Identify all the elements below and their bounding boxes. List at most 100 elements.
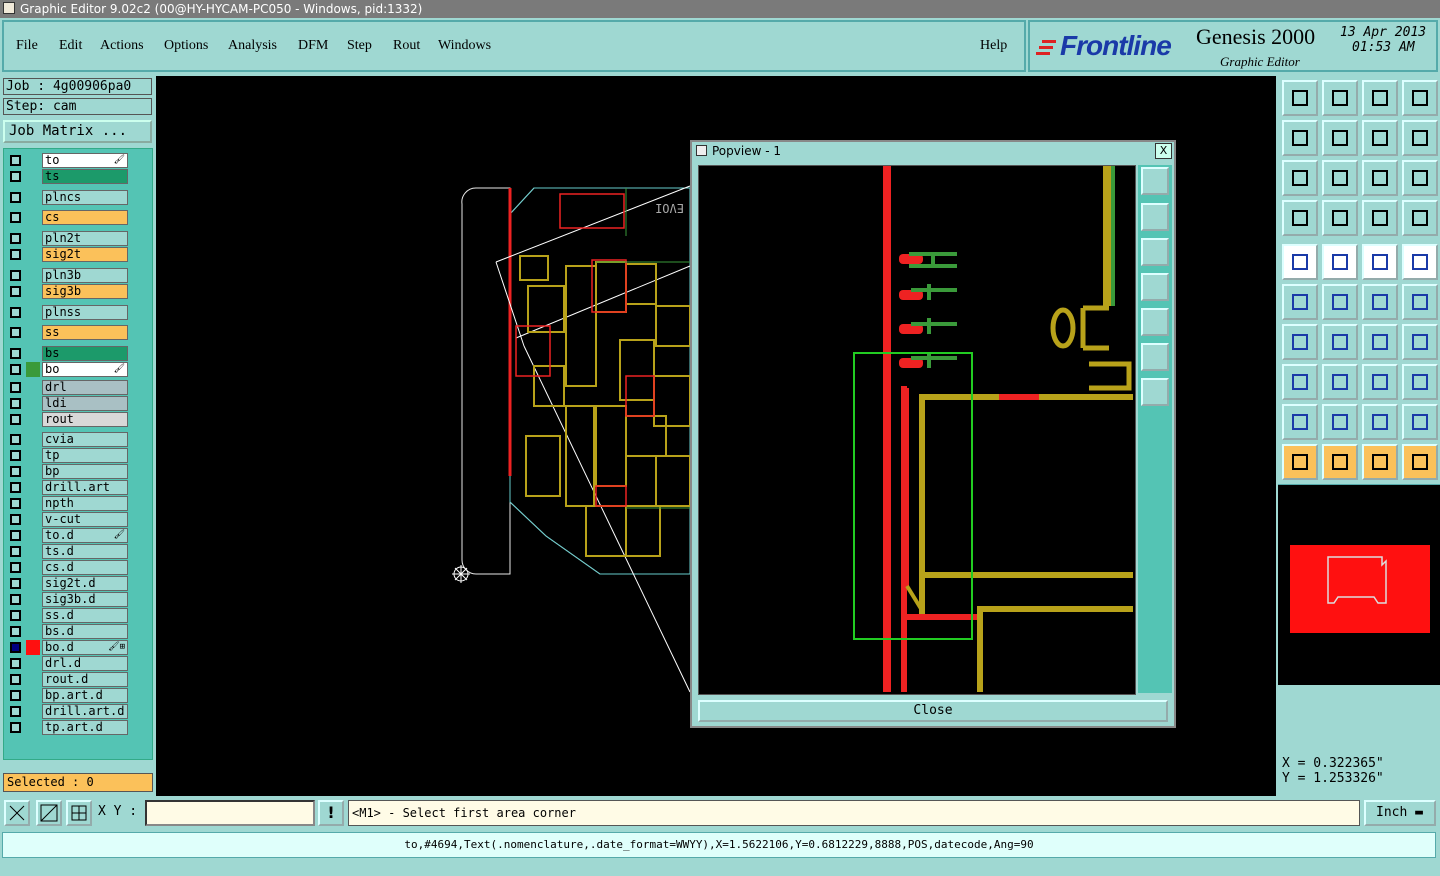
layer-checkbox[interactable] <box>10 270 21 281</box>
menu-help[interactable]: Help <box>980 38 1007 54</box>
job-matrix-button[interactable]: Job Matrix ... <box>3 120 152 143</box>
popview-zoom-tool[interactable] <box>1141 167 1169 195</box>
zoom-in-tool-icon[interactable] <box>1282 160 1318 196</box>
layer-checkbox[interactable] <box>10 348 21 359</box>
layer-name[interactable]: sig2t <box>42 247 128 262</box>
layer-checkbox[interactable] <box>10 286 21 297</box>
layer-checkbox[interactable] <box>10 171 21 182</box>
layer-name[interactable]: ts.d <box>42 544 128 559</box>
select-route-tool-icon[interactable] <box>1402 444 1438 480</box>
add-feature-tool-icon[interactable] <box>1282 244 1318 280</box>
menu-analysis[interactable]: Analysis <box>228 38 277 54</box>
help-query-tool-icon[interactable] <box>1402 160 1438 196</box>
layer-name[interactable]: tp.art.d <box>42 720 128 735</box>
layer-checkbox[interactable] <box>10 382 21 393</box>
layer-name[interactable]: drill.art.d <box>42 704 128 719</box>
layer-color-swatch[interactable] <box>26 480 40 495</box>
layer-name[interactable]: drill.art <box>42 480 128 495</box>
layer-row-ss-d[interactable]: ss.d <box>6 608 150 623</box>
layer-name[interactable]: bs <box>42 346 128 361</box>
menu-windows[interactable]: Windows <box>438 38 491 54</box>
node-edit-tool-icon[interactable] <box>1282 284 1318 320</box>
layer-row-drl-d[interactable]: drl.d <box>6 656 150 671</box>
layer-row-bs[interactable]: bs <box>6 346 150 361</box>
layer-color-swatch[interactable] <box>26 576 40 591</box>
layer-row-bo[interactable]: bo 🖌 <box>6 362 150 377</box>
layer-row-ts[interactable]: ts <box>6 169 150 184</box>
popview-pan-down-tool[interactable] <box>1141 238 1169 266</box>
layer-row-bp-art-d[interactable]: bp.art.d <box>6 688 150 703</box>
connect-b-tool-icon[interactable] <box>1402 284 1438 320</box>
xy-input[interactable] <box>145 800 315 826</box>
popview-pan-left-tool[interactable] <box>1141 273 1169 301</box>
layer-name[interactable]: pln3b <box>42 268 128 283</box>
layer-checkbox[interactable] <box>10 690 21 701</box>
layer-checkbox[interactable] <box>10 658 21 669</box>
unit-dropdown[interactable]: Inch ▬ <box>1364 800 1436 826</box>
layer-name[interactable]: bo.d 🖌⊞ <box>42 640 128 655</box>
layer-color-swatch[interactable] <box>26 656 40 671</box>
popview-zoom-out-tool[interactable] <box>1141 378 1169 406</box>
layer-row-rout-d[interactable]: rout.d <box>6 672 150 687</box>
layer-name[interactable]: ss.d <box>42 608 128 623</box>
layer-color-swatch[interactable] <box>26 210 40 225</box>
zoom-1-2-tool-icon[interactable] <box>1362 160 1398 196</box>
menu-actions[interactable]: Actions <box>100 38 144 54</box>
layer-row-sig3b[interactable]: sig3b <box>6 284 150 299</box>
layer-checkbox[interactable] <box>10 594 21 605</box>
layer-checkbox[interactable] <box>10 626 21 637</box>
layer-row-to-d[interactable]: to.d 🖌 <box>6 528 150 543</box>
layer-checkbox[interactable] <box>10 706 21 717</box>
layer-checkbox[interactable] <box>10 233 21 244</box>
grid-icon[interactable] <box>66 800 92 826</box>
layer-checkbox[interactable] <box>10 192 21 203</box>
layer-name[interactable]: bp.art.d <box>42 688 128 703</box>
layer-color-swatch[interactable] <box>26 560 40 575</box>
layer-row-bo-d[interactable]: bo.d 🖌⊞ <box>6 640 150 655</box>
select-poly-tool-icon[interactable] <box>1362 444 1398 480</box>
layer-color-swatch[interactable] <box>26 231 40 246</box>
layer-checkbox[interactable] <box>10 249 21 260</box>
layer-name[interactable]: cs.d <box>42 560 128 575</box>
layer-row-drill-art[interactable]: drill.art <box>6 480 150 495</box>
triangle-c-tool-icon[interactable] <box>1362 404 1398 440</box>
layer-color-swatch[interactable] <box>26 720 40 735</box>
layer-row-bp[interactable]: bp <box>6 464 150 479</box>
triangle-a-tool-icon[interactable] <box>1282 404 1318 440</box>
layer-color-swatch[interactable] <box>26 190 40 205</box>
connect-tool-icon[interactable] <box>1362 284 1398 320</box>
select-arrow-tool-icon[interactable] <box>1282 444 1318 480</box>
layer-checkbox[interactable] <box>10 482 21 493</box>
layer-color-swatch[interactable] <box>26 362 40 377</box>
layer-row-bs-d[interactable]: bs.d <box>6 624 150 639</box>
layer-row-tp[interactable]: tp <box>6 448 150 463</box>
layer-color-swatch[interactable] <box>26 464 40 479</box>
layer-row-npth[interactable]: npth <box>6 496 150 511</box>
popview-close-icon[interactable]: X <box>1155 143 1172 159</box>
measure-tool-icon[interactable] <box>1282 200 1318 236</box>
slope-tool-icon[interactable] <box>1322 324 1358 360</box>
ruler-tool-icon[interactable] <box>1362 244 1398 280</box>
layer-row-tp-art-d[interactable]: tp.art.d <box>6 720 150 735</box>
undo-zoom-tool-icon[interactable] <box>1362 120 1398 156</box>
layer-name[interactable]: sig3b.d <box>42 592 128 607</box>
menu-step[interactable]: Step <box>347 38 372 54</box>
layer-name[interactable]: sig3b <box>42 284 128 299</box>
layer-row-plncs[interactable]: plncs <box>6 190 150 205</box>
zoom-home-tool-icon[interactable] <box>1282 80 1318 116</box>
shapes-tool-icon[interactable] <box>1402 364 1438 400</box>
layer-name[interactable]: bp <box>42 464 128 479</box>
layer-name[interactable]: rout <box>42 412 128 427</box>
layer-row-pln2t[interactable]: pln2t <box>6 231 150 246</box>
layer-name[interactable]: drl.d <box>42 656 128 671</box>
snap-tool-icon[interactable] <box>1322 200 1358 236</box>
select-box-tool-icon[interactable] <box>1322 444 1358 480</box>
layers-a-tool-icon[interactable] <box>1362 200 1398 236</box>
layer-name[interactable]: drl <box>42 380 128 395</box>
layer-checkbox[interactable] <box>10 498 21 509</box>
triangle-b-tool-icon[interactable] <box>1322 404 1358 440</box>
layer-color-swatch[interactable] <box>26 544 40 559</box>
zoom-window-tool-icon[interactable] <box>1402 80 1438 116</box>
layer-color-swatch[interactable] <box>26 325 40 340</box>
draw-line-tool-icon[interactable] <box>1322 244 1358 280</box>
